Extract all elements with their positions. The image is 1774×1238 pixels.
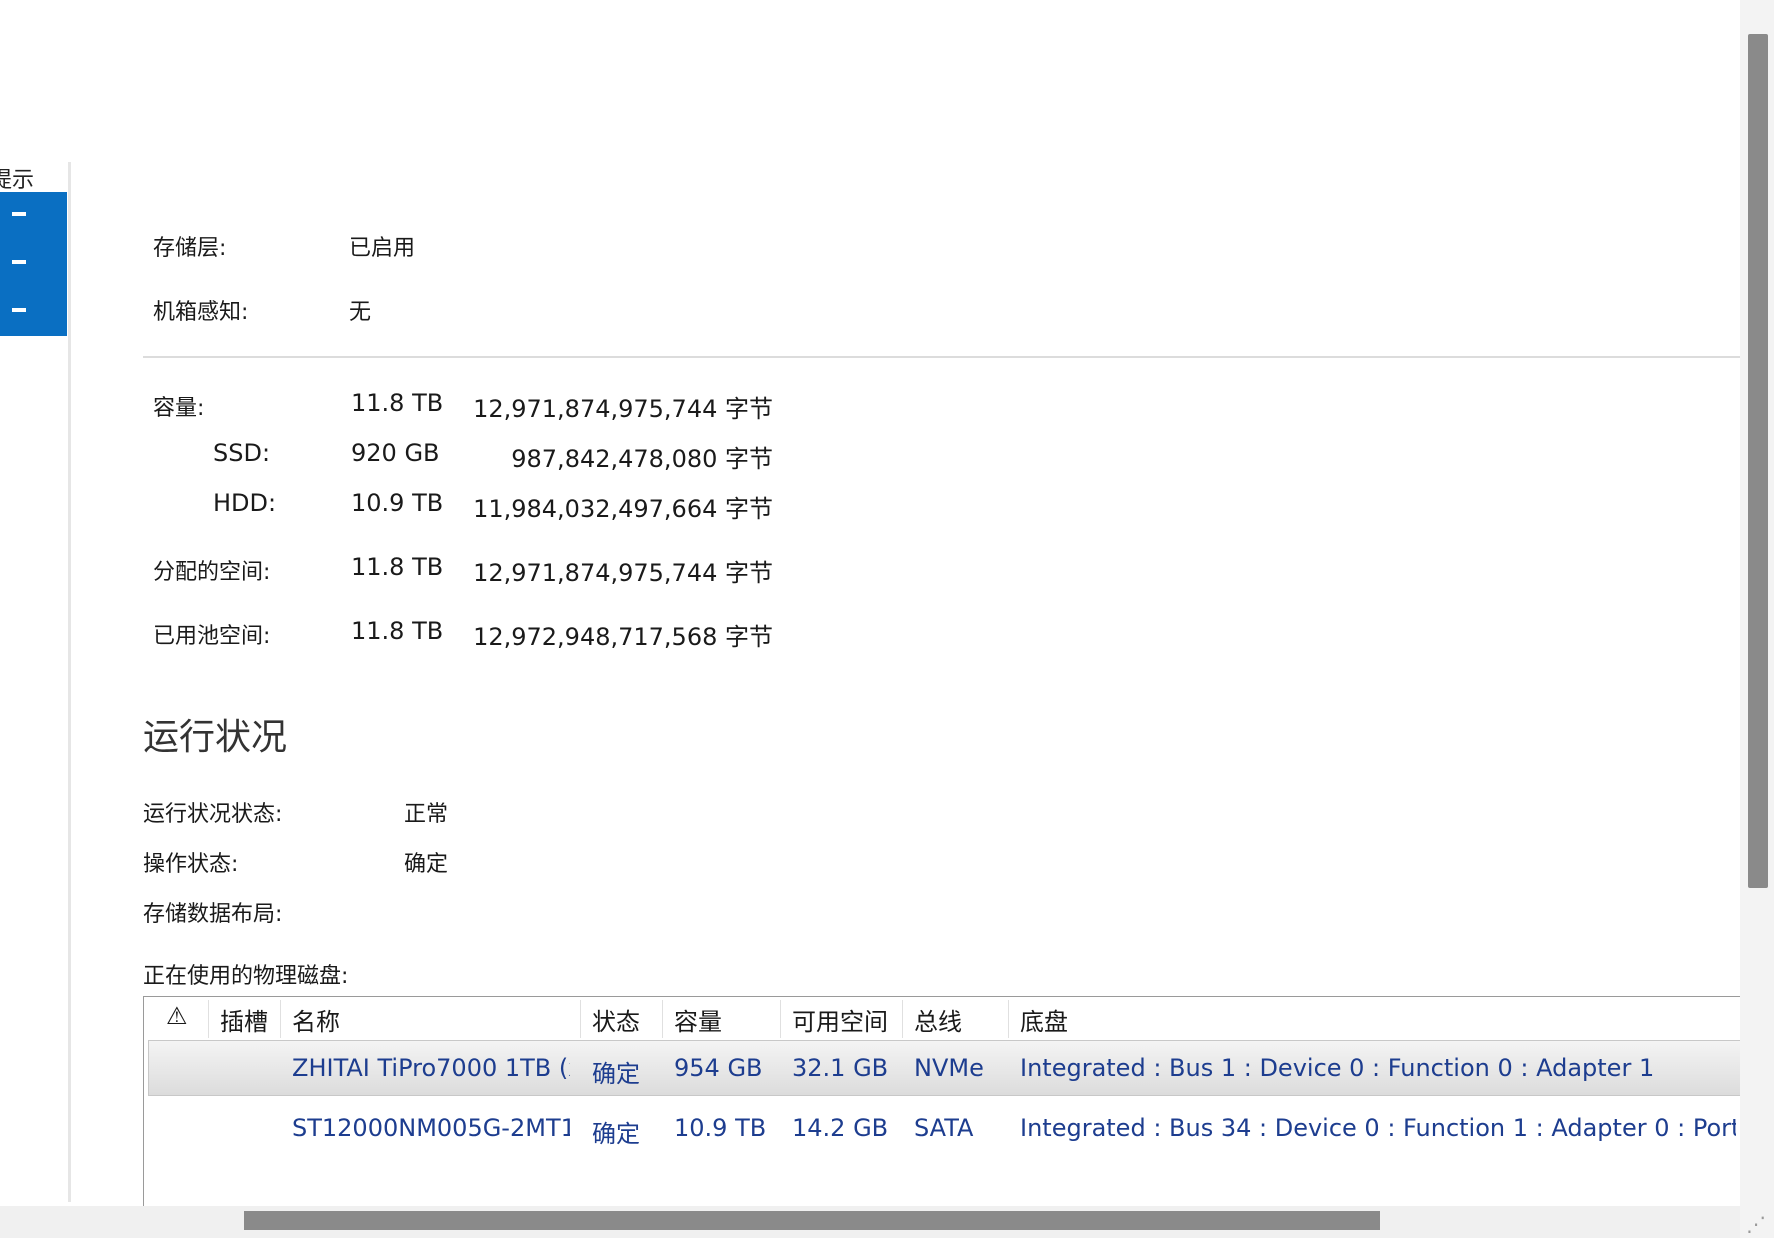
used-pool-bytes: 12,972,948,717,568 字节 xyxy=(473,623,773,651)
disk-chassis: Integrated : Bus 1 : Device 0 : Function… xyxy=(1020,1054,1655,1082)
allocated-size: 11.8 TB xyxy=(351,553,444,581)
disk-bus: NVMe xyxy=(914,1054,984,1082)
used-pool-label: 已用池空间: xyxy=(153,624,271,649)
operational-status-label: 操作状态: xyxy=(143,852,239,877)
horizontal-scrollbar-thumb[interactable] xyxy=(244,1211,1380,1230)
disk-status: 确定 xyxy=(592,1120,640,1148)
storage-layout-label: 存储数据布局: xyxy=(143,902,283,927)
disk-name: ST12000NM005G-2MT1 xyxy=(292,1114,570,1142)
column-divider[interactable] xyxy=(662,1000,663,1038)
health-section-title: 运行状况 xyxy=(143,717,288,758)
column-divider[interactable] xyxy=(780,1000,781,1038)
disk-status: 确定 xyxy=(592,1060,640,1088)
capacity-label: 容量: xyxy=(153,396,205,421)
physical-disks-label: 正在使用的物理磁盘: xyxy=(143,964,349,989)
capacity-bytes: 12,971,874,975,744 字节 xyxy=(473,395,773,423)
storage-tier-value: 已启用 xyxy=(349,236,416,261)
column-header-chassis[interactable]: 底盘 xyxy=(1020,1002,1068,1037)
resize-grip-icon[interactable]: ⋰ xyxy=(1746,1212,1766,1236)
enclosure-awareness-label: 机箱感知: xyxy=(153,300,249,325)
disk-free-space: 32.1 GB xyxy=(792,1054,889,1082)
vertical-scrollbar-thumb[interactable] xyxy=(1748,34,1768,888)
ssd-size: 920 GB xyxy=(351,439,440,467)
column-header-warning[interactable]: ⚠ xyxy=(166,1002,188,1030)
column-divider[interactable] xyxy=(1008,1000,1009,1038)
disk-name: ZHITAI TiPro7000 1TB (x xyxy=(292,1054,570,1082)
sidebar-selected-block[interactable] xyxy=(0,192,67,336)
column-header-free-space[interactable]: 可用空间 xyxy=(792,1002,888,1037)
enclosure-awareness-value: 无 xyxy=(349,300,372,325)
disk-free-space: 14.2 GB xyxy=(792,1114,889,1142)
health-status-label: 运行状况状态: xyxy=(143,802,283,827)
allocated-bytes: 12,971,874,975,744 字节 xyxy=(473,559,773,587)
used-pool-size: 11.8 TB xyxy=(351,617,444,645)
hdd-bytes: 11,984,032,497,664 字节 xyxy=(473,495,773,523)
disk-capacity: 10.9 TB xyxy=(674,1114,767,1142)
disk-chassis: Integrated : Bus 34 : Device 0 : Functio… xyxy=(1020,1114,1736,1142)
operational-status-value: 确定 xyxy=(404,852,449,877)
health-status-value: 正常 xyxy=(404,802,449,827)
warning-icon: ⚠ xyxy=(166,1002,188,1030)
capacity-size: 11.8 TB xyxy=(351,389,444,417)
column-divider[interactable] xyxy=(580,1000,581,1038)
sidebar-item-1[interactable] xyxy=(12,212,26,216)
allocated-label: 分配的空间: xyxy=(153,560,271,585)
section-divider xyxy=(143,356,1740,358)
column-header-slot[interactable]: 插槽 xyxy=(220,1002,268,1037)
disk-bus: SATA xyxy=(914,1114,974,1142)
ssd-bytes: 987,842,478,080 字节 xyxy=(511,445,773,473)
column-divider[interactable] xyxy=(902,1000,903,1038)
sidebar-divider xyxy=(68,162,71,1202)
column-divider[interactable] xyxy=(208,1000,209,1038)
sidebar-caption: 提示 xyxy=(0,168,35,193)
sidebar-item-2[interactable] xyxy=(12,260,26,264)
column-header-bus[interactable]: 总线 xyxy=(914,1002,962,1037)
storage-tier-label: 存储层: xyxy=(153,236,227,261)
column-header-name[interactable]: 名称 xyxy=(292,1002,340,1037)
sidebar-item-3[interactable] xyxy=(12,308,26,312)
ssd-label: SSD: xyxy=(213,439,271,467)
column-header-capacity[interactable]: 容量 xyxy=(674,1002,722,1037)
column-header-status[interactable]: 状态 xyxy=(592,1002,640,1037)
disk-capacity: 954 GB xyxy=(674,1054,763,1082)
hdd-label: HDD: xyxy=(213,489,277,517)
hdd-size: 10.9 TB xyxy=(351,489,444,517)
column-divider[interactable] xyxy=(280,1000,281,1038)
